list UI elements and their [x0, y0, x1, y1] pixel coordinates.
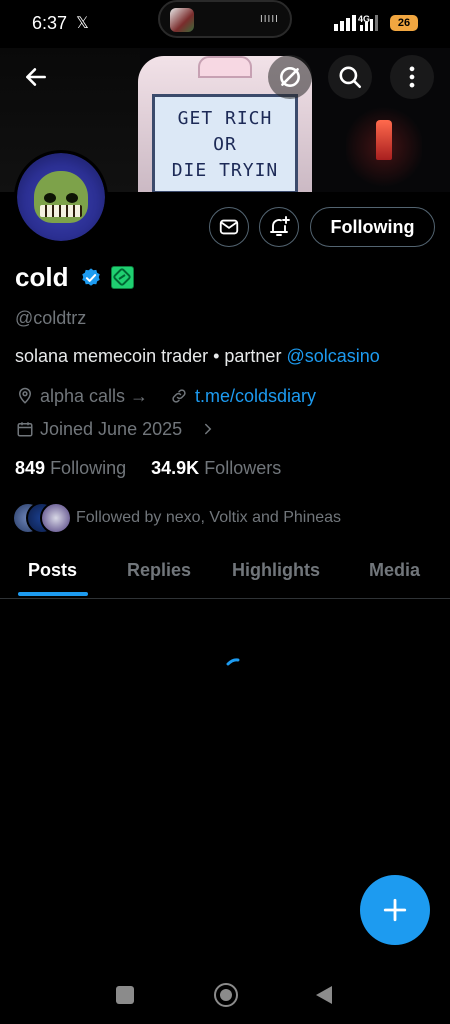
tab-replies[interactable]: Replies: [127, 560, 191, 581]
system-navigation-bar: [0, 960, 450, 1024]
signal-bar: [340, 21, 344, 31]
bell-plus-icon: [270, 216, 290, 236]
tab-posts[interactable]: Posts: [28, 560, 77, 581]
profile-location: alpha calls →: [40, 386, 149, 406]
verified-badge-icon: [82, 268, 100, 286]
bio-text: solana memecoin trader • partner: [15, 346, 287, 366]
avatar-skull-illustration: [34, 171, 88, 223]
home-dot: [219, 988, 232, 1001]
notify-button[interactable]: [259, 207, 299, 247]
grok-button[interactable]: [268, 55, 312, 99]
following-count: 849: [15, 458, 46, 478]
affiliate-logo-icon: [113, 268, 131, 286]
sign-line: DIE TRYIN: [171, 160, 279, 181]
back-button[interactable]: [14, 55, 58, 99]
chevron-right-icon[interactable]: [200, 420, 216, 438]
search-button[interactable]: [328, 55, 372, 99]
active-tab-indicator: [18, 592, 88, 596]
location-pin-icon: [18, 387, 32, 404]
affiliate-badge-icon[interactable]: [111, 266, 134, 289]
signal-bar: [365, 22, 368, 31]
link-icon: [172, 389, 186, 403]
x-notification-icon: 𝕏: [76, 15, 89, 32]
plus-icon: [383, 898, 407, 922]
more-button[interactable]: [390, 55, 434, 99]
slash-circle-icon: [280, 67, 300, 87]
media-thumbnail: [170, 8, 194, 32]
status-time: 6:37: [32, 13, 68, 33]
marquee-sign-text: GET RICH OR DIE TRYIN: [152, 106, 298, 184]
signal-bar: [352, 15, 356, 31]
tabs-divider: [0, 598, 450, 599]
avatar[interactable]: [14, 150, 108, 244]
profile-joined-date: Joined June 2025: [40, 419, 183, 439]
signal-bar: [346, 18, 350, 31]
following-button[interactable]: Following: [310, 207, 435, 247]
compose-button[interactable]: [360, 875, 430, 945]
more-vertical-icon: [409, 66, 415, 88]
arrow-left-icon: [26, 68, 46, 86]
following-label: Following: [50, 458, 127, 478]
tab-media[interactable]: Media: [369, 560, 420, 581]
recent-apps-button[interactable]: [116, 986, 134, 1004]
avatar-eye: [66, 193, 78, 203]
battery-indicator: 26: [390, 15, 418, 31]
signal-bar: [375, 15, 378, 31]
followers-count-link[interactable]: 34.9K Followers: [151, 458, 281, 478]
message-button[interactable]: [209, 207, 249, 247]
profile-handle: @coldtrz: [15, 308, 87, 328]
signal-bar: [334, 24, 338, 31]
avatar-eye: [44, 193, 56, 203]
marquee-sign-crest: [198, 56, 252, 78]
sign-line: OR: [213, 134, 237, 155]
profile-bio: solana memecoin trader • partner @solcas…: [15, 346, 380, 367]
bio-mention-link[interactable]: @solcasino: [286, 346, 379, 366]
network-type: 4G: [358, 14, 371, 24]
audio-wave-icon: IIIII: [260, 14, 279, 25]
avatar-teeth: [40, 205, 82, 217]
followers-count: 34.9K: [151, 458, 200, 478]
status-bar: 6:37 𝕏 IIIII 4G 26: [0, 0, 450, 48]
signal-bar: [360, 25, 363, 31]
back-triangle-icon[interactable]: [314, 984, 334, 1006]
bottle: [376, 120, 392, 160]
tab-highlights[interactable]: Highlights: [232, 560, 320, 581]
search-icon: [339, 66, 362, 89]
signal-bar: [370, 19, 373, 31]
follow-counts: 849 Following 34.9K Followers: [15, 458, 281, 479]
follower-avatar[interactable]: [40, 502, 72, 534]
followers-label: Followers: [204, 458, 282, 478]
sign-line: GET RICH: [177, 108, 273, 129]
following-count-link[interactable]: 849 Following: [15, 458, 126, 478]
dynamic-island-pill[interactable]: IIIII: [158, 0, 292, 38]
home-button[interactable]: [214, 983, 238, 1007]
mail-icon: [219, 219, 239, 235]
loading-spinner-icon: [226, 658, 240, 666]
profile-website-link[interactable]: t.me/coldsdiary: [195, 386, 316, 407]
calendar-icon: [17, 422, 33, 437]
followed-by-text[interactable]: Followed by nexo, Voltix and Phineas: [76, 509, 341, 527]
profile-name: cold: [15, 262, 69, 292]
